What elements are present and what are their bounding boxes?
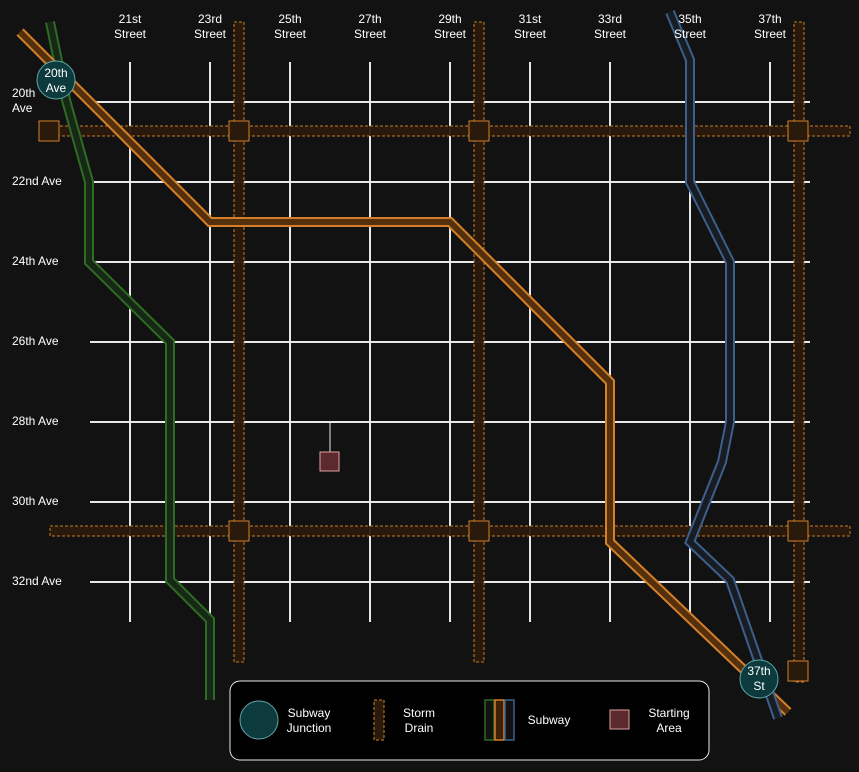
street-label-number: 25th (278, 12, 301, 26)
subway-map: 21stStreet23rdStreet25thStreet27thStreet… (12, 10, 851, 761)
street-grid (90, 62, 810, 622)
avenue-label-number: 20th (12, 86, 35, 100)
avenue-label: 30th Ave (12, 494, 59, 508)
legend-subway-icon (484, 699, 515, 741)
avenue-label: 22nd Ave (12, 174, 62, 188)
drain-access-point[interactable] (787, 660, 809, 682)
street-label-number: 37th (758, 12, 781, 26)
legend-drain-icon (373, 699, 385, 741)
junction-label-line2: St (753, 679, 765, 693)
street-label-suffix: Street (274, 27, 307, 41)
drain-access-point[interactable] (787, 120, 809, 142)
storm-drain (39, 125, 851, 137)
subway-lines (16, 10, 792, 720)
legend-junction-label-2: Junction (287, 721, 332, 735)
street-label-suffix: Street (354, 27, 387, 41)
street-label-number: 31st (519, 12, 542, 26)
junction-label-line1: 20th (44, 66, 67, 80)
starting-area[interactable] (319, 451, 340, 472)
legend-subway-label: Subway (528, 713, 571, 727)
legend-junction-icon (239, 700, 279, 740)
street-label-suffix: Street (754, 27, 787, 41)
street-label-number: 35th (678, 12, 701, 26)
storm-drain (233, 21, 245, 663)
drain-access-point[interactable] (228, 120, 250, 142)
legend-drain-label-1: Storm (403, 706, 435, 720)
junction-label-line1: 37th (747, 664, 770, 678)
legend-start-label-2: Area (656, 721, 682, 735)
street-label-suffix: Street (114, 27, 147, 41)
junction-37th-st[interactable]: 37th St (739, 659, 779, 699)
street-label-number: 23rd (198, 12, 222, 26)
street-label-number: 27th (358, 12, 381, 26)
street-label-number: 33rd (598, 12, 622, 26)
street-label-suffix: Street (434, 27, 467, 41)
street-label-number: 29th (438, 12, 461, 26)
avenue-label: 24th Ave (12, 254, 59, 268)
avenue-label: 32nd Ave (12, 574, 62, 588)
street-label-number: 21st (119, 12, 142, 26)
street-label-suffix: Street (194, 27, 227, 41)
avenue-label: 28th Ave (12, 414, 59, 428)
avenue-labels: 20thAve 22nd Ave 24th Ave 26th Ave 28th Ave 3… (12, 86, 62, 588)
street-label-suffix: Street (514, 27, 547, 41)
street-labels: 21stStreet23rdStreet25thStreet27thStreet… (114, 12, 787, 41)
drain-access-point[interactable] (38, 120, 60, 142)
drain-access-point[interactable] (228, 520, 250, 542)
street-label-suffix: Street (594, 27, 627, 41)
drain-access-point[interactable] (468, 520, 490, 542)
avenue-label-suffix: Ave (12, 101, 33, 115)
legend: Subway Junction Storm Drain Subway Start… (229, 680, 710, 761)
drain-access-point[interactable] (787, 520, 809, 542)
storm-drain (473, 21, 485, 663)
legend-start-icon (609, 709, 630, 730)
legend-start-label-1: Starting (648, 706, 689, 720)
junction-label-line2: Ave (46, 81, 67, 95)
drain-access-point[interactable] (468, 120, 490, 142)
avenue-label: 26th Ave (12, 334, 59, 348)
street-label-suffix: Street (674, 27, 707, 41)
legend-junction-label-1: Subway (288, 706, 331, 720)
legend-drain-label-2: Drain (405, 721, 434, 735)
junction-20th-ave[interactable]: 20th Ave (36, 60, 76, 100)
